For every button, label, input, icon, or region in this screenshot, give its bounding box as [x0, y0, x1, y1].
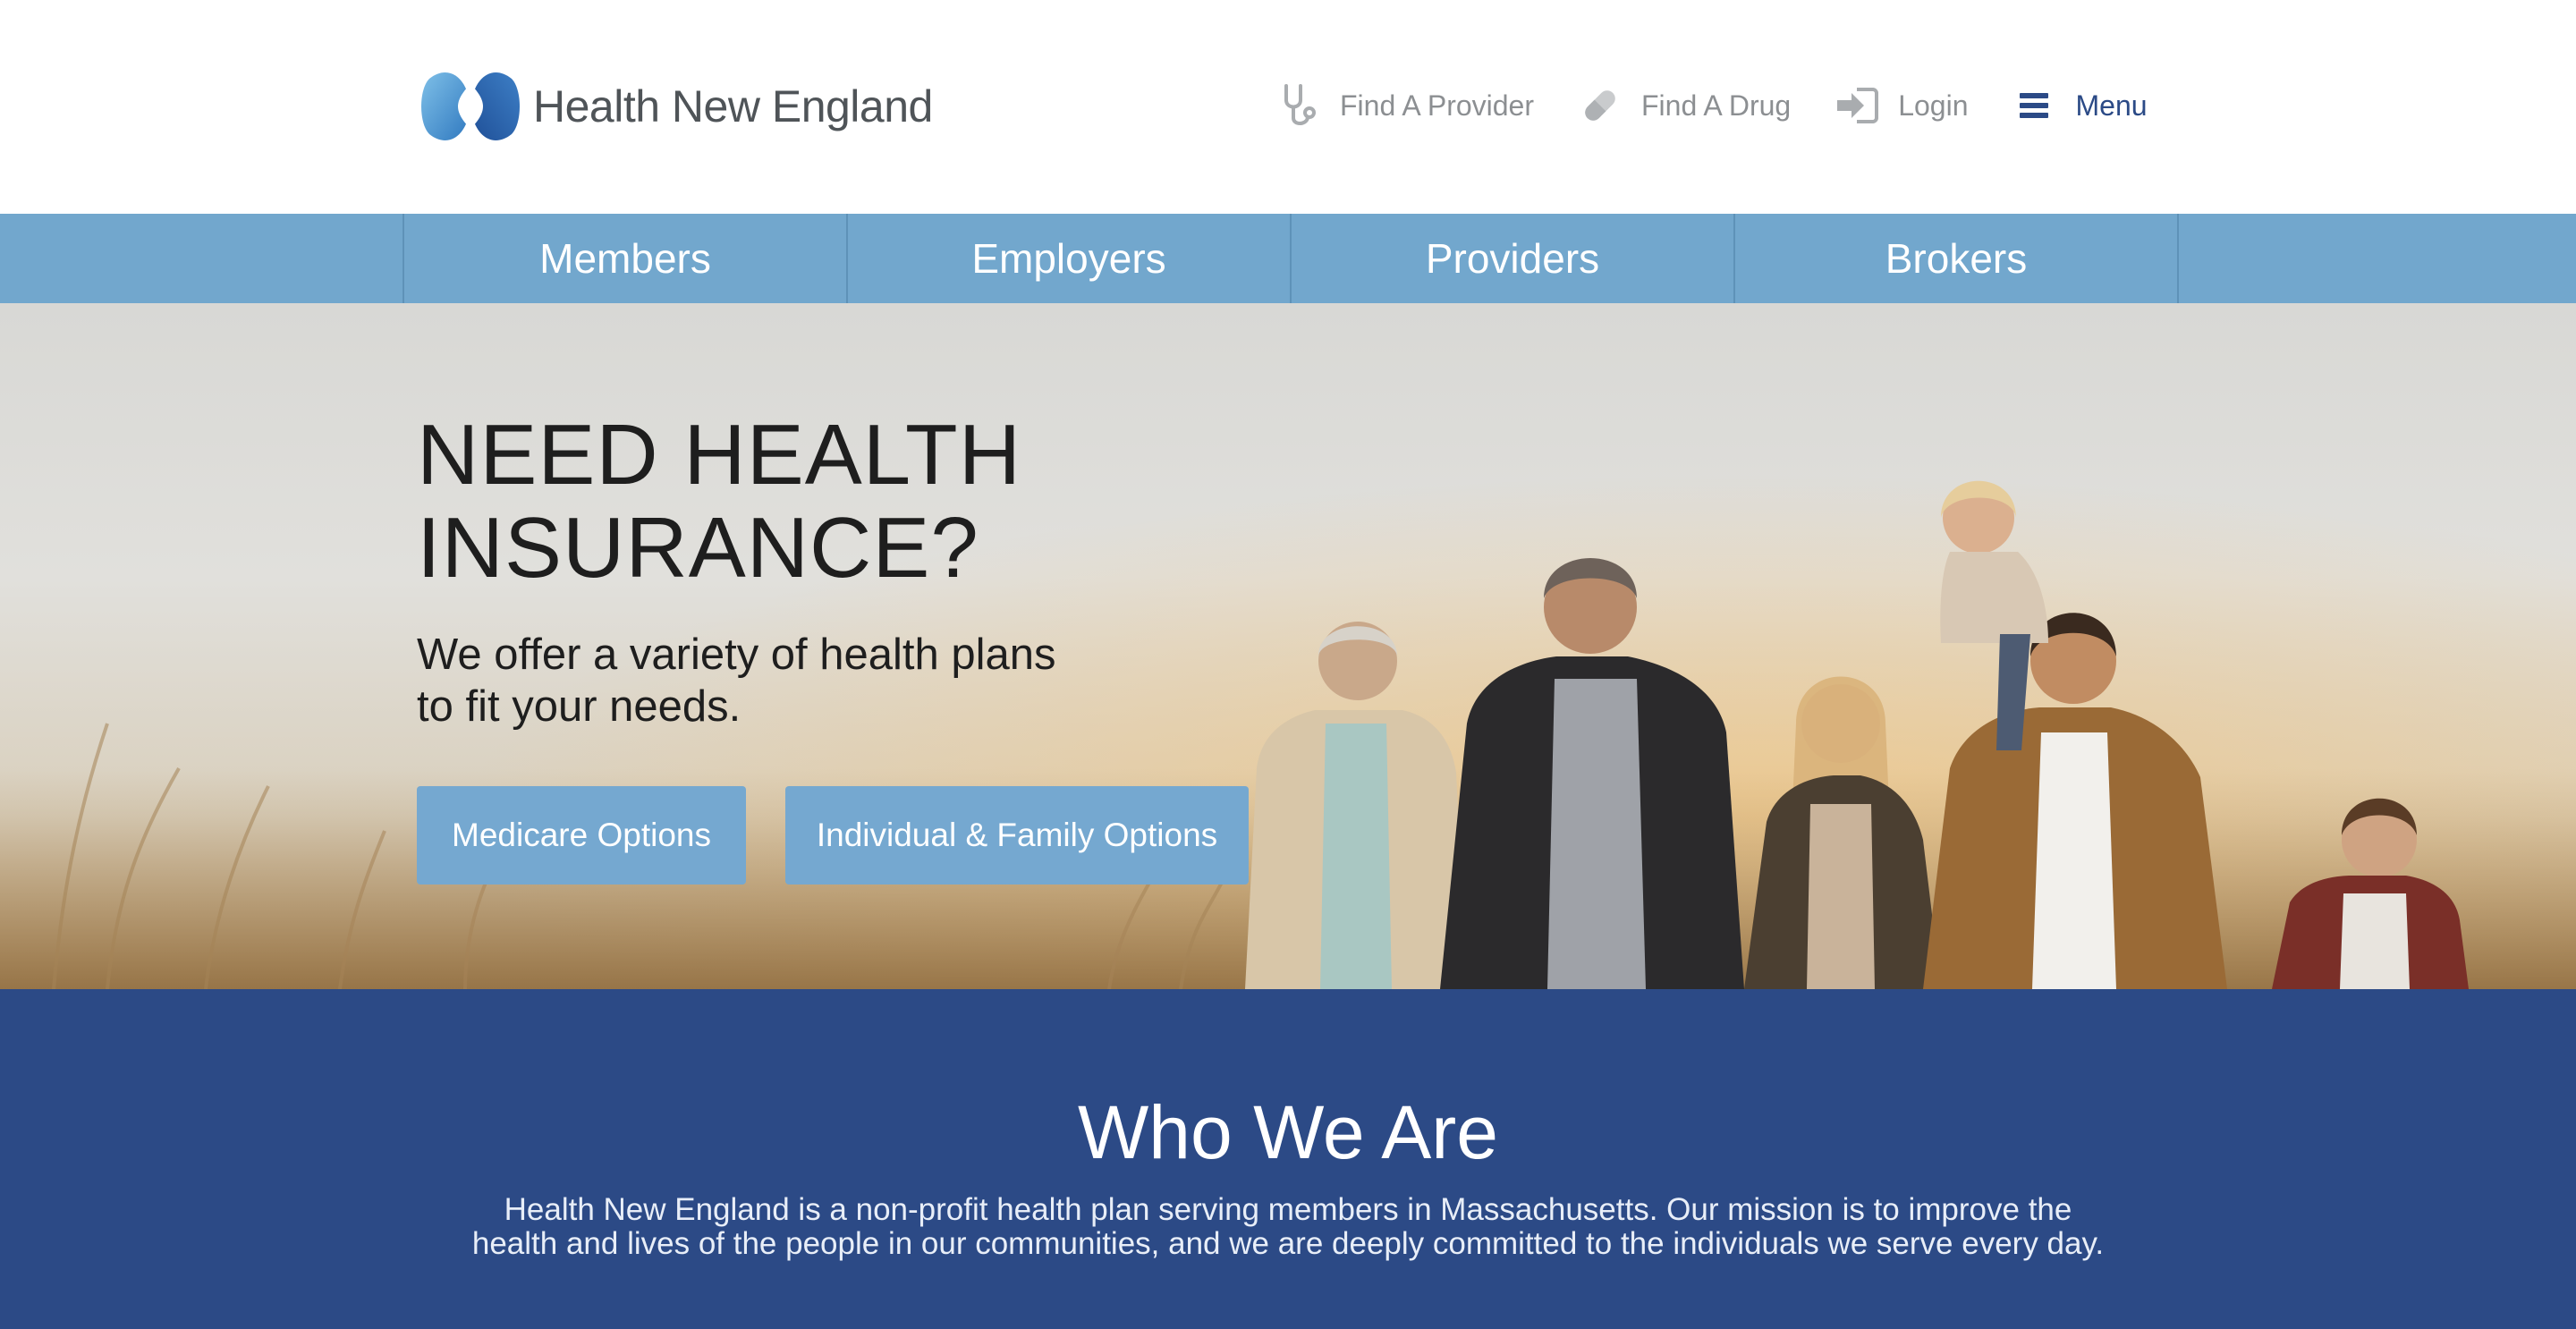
who-we-are-body: Health New England is a non-profit healt…	[420, 1193, 2156, 1261]
menu-label: Menu	[2075, 89, 2148, 122]
hero-banner: NEED HEALTH INSURANCE? We offer a variet…	[0, 303, 2576, 989]
hamburger-menu-icon	[2012, 82, 2058, 129]
hero-subtitle-line-2: to fit your needs.	[417, 682, 741, 731]
hero-subtitle-line-1: We offer a variety of health plans	[417, 631, 1056, 679]
tab-members[interactable]: Members	[404, 214, 848, 303]
find-provider-link[interactable]: Find A Provider	[1275, 82, 1534, 129]
individual-family-options-button[interactable]: Individual & Family Options	[785, 786, 1249, 885]
login-label: Login	[1898, 89, 1969, 122]
hero-title: NEED HEALTH INSURANCE?	[417, 409, 1222, 595]
logo-icon	[421, 72, 520, 140]
who-we-are-body-line-2: health and lives of the people in our co…	[471, 1226, 2105, 1261]
tab-employers[interactable]: Employers	[848, 214, 1292, 303]
hero-family-photo	[0, 303, 2576, 989]
who-we-are-title: Who We Are	[1078, 1090, 1498, 1174]
menu-button[interactable]: Menu	[2012, 82, 2148, 129]
login-icon	[1834, 82, 1880, 129]
find-drug-link[interactable]: Find A Drug	[1577, 82, 1791, 129]
pill-icon	[1577, 82, 1623, 129]
hero-subtitle: We offer a variety of health plans to fi…	[417, 629, 1186, 732]
tab-brokers[interactable]: Brokers	[1735, 214, 2179, 303]
audience-nav: Members Employers Providers Brokers	[0, 214, 2576, 303]
hero-title-line-1: NEED HEALTH	[417, 407, 1022, 503]
site-header: Health New England Find A Provider Find …	[0, 0, 2576, 214]
find-drug-label: Find A Drug	[1641, 89, 1792, 122]
hero-title-line-2: INSURANCE?	[417, 500, 979, 596]
find-provider-label: Find A Provider	[1340, 89, 1534, 122]
audience-tabs: Members Employers Providers Brokers	[402, 214, 2179, 303]
stethoscope-icon	[1275, 82, 1322, 129]
who-we-are-section: Who We Are Health New England is a non-p…	[0, 989, 2576, 1329]
login-link[interactable]: Login	[1834, 82, 1969, 129]
utility-nav: Find A Provider Find A Drug Login Menu	[1275, 82, 2148, 129]
who-we-are-body-line-1: Health New England is a non-profit healt…	[504, 1192, 2072, 1227]
brand-logo[interactable]: Health New England	[420, 66, 933, 147]
tab-providers[interactable]: Providers	[1292, 214, 1735, 303]
medicare-options-button[interactable]: Medicare Options	[417, 786, 746, 885]
brand-name: Health New England	[533, 81, 933, 131]
